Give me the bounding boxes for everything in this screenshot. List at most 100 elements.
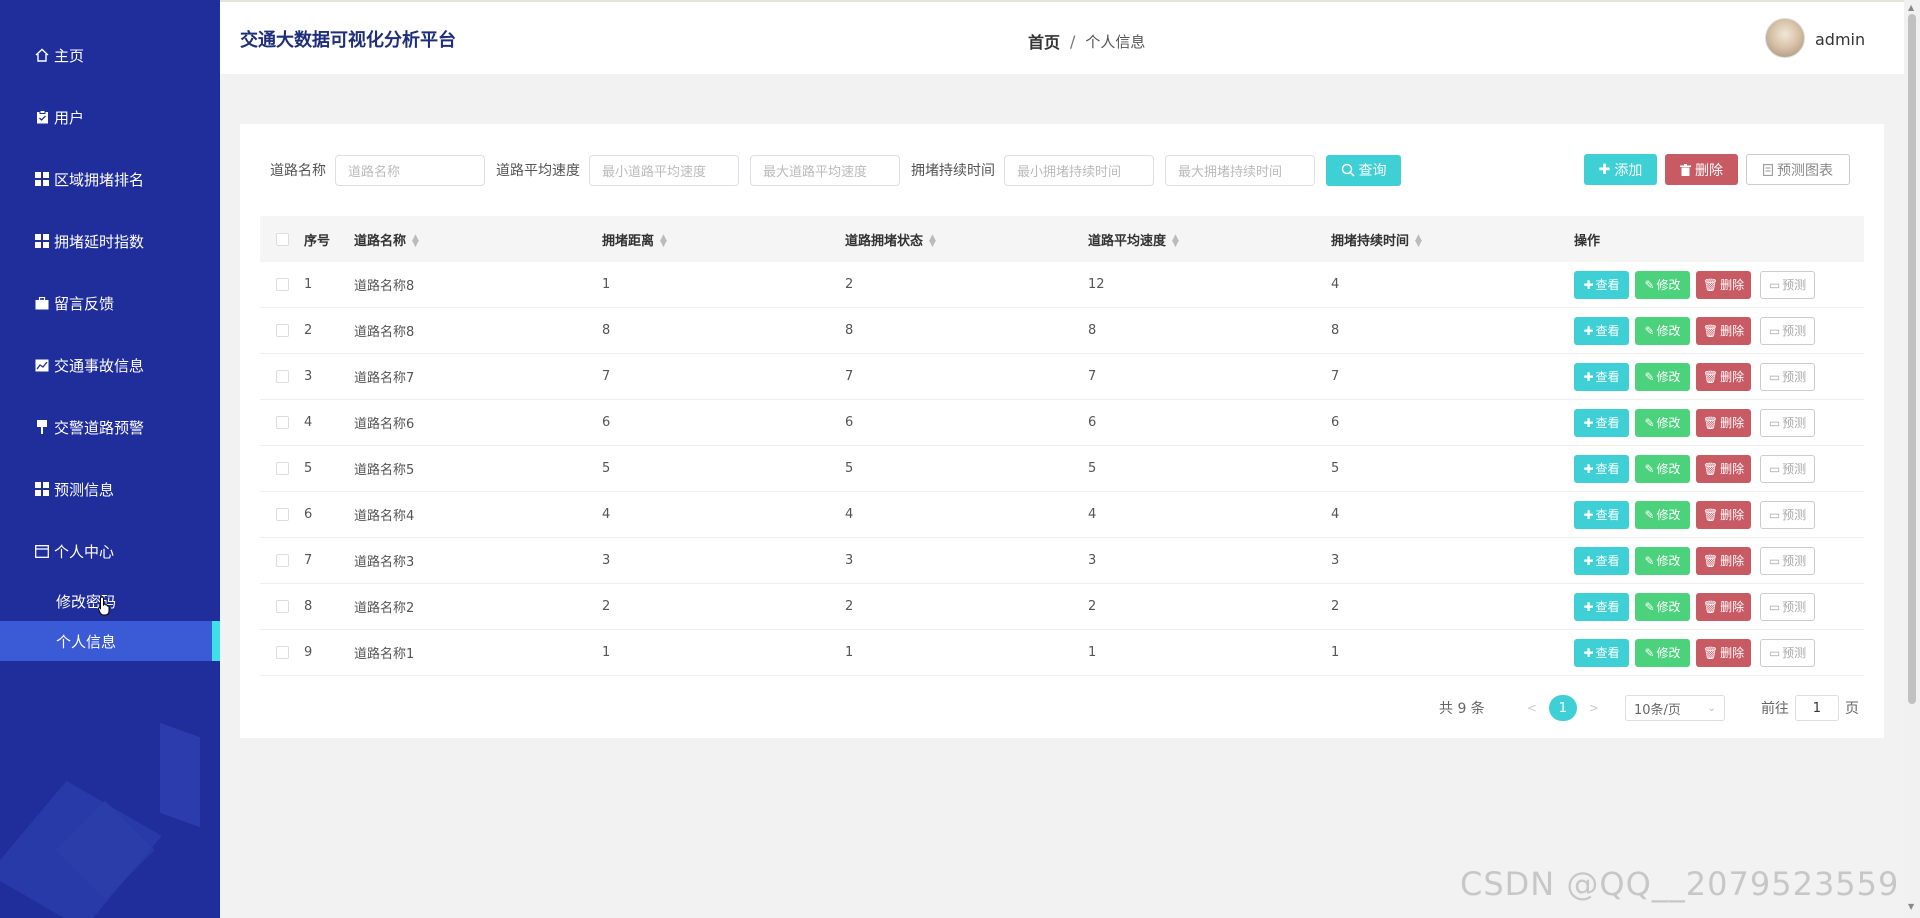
row-checkbox[interactable] bbox=[275, 278, 289, 291]
view-button[interactable]: ✚ 查看 bbox=[1574, 270, 1629, 299]
page-number-current[interactable]: 1 bbox=[1548, 695, 1577, 721]
sidebar-item-feedback[interactable]: 留言反馈 bbox=[0, 283, 220, 323]
sort-icon[interactable]: ▲ ▼ bbox=[929, 234, 936, 249]
header-duration[interactable]: 拥堵持续时间 ▲ ▼ bbox=[1331, 230, 1574, 249]
table-row: 6 道路名称4 4 4 4 4 ✚ 查看 ✎ 修改 🗑 删除 ▭ 预测 bbox=[260, 492, 1864, 538]
table-header: 序号 道路名称 ▲ ▼ 拥堵距离 ▲ ▼ 道路拥堵状态 ▲ ▼ 道路平均速度 ▲ ▼ 拥堵持续时… bbox=[260, 216, 1864, 262]
row-checkbox[interactable] bbox=[275, 462, 289, 475]
scroll-up-icon[interactable]: ▲ bbox=[1908, 3, 1914, 12]
sort-icon[interactable]: ▲ ▼ bbox=[412, 234, 419, 249]
sidebar-item-accidents[interactable]: 交通事故信息 bbox=[0, 345, 220, 385]
delete-button[interactable]: 🗑 删除 bbox=[1696, 408, 1751, 437]
edit-button[interactable]: ✎ 修改 bbox=[1635, 638, 1690, 667]
breadcrumb-home[interactable]: 首页 bbox=[1028, 29, 1060, 53]
page-size-select[interactable]: 10条/页 ⌄ bbox=[1624, 695, 1725, 721]
max-speed-input[interactable]: 最大道路平均速度 bbox=[750, 154, 900, 186]
sort-icon[interactable]: ▲ ▼ bbox=[660, 234, 667, 249]
query-button[interactable]: 查询 bbox=[1326, 154, 1401, 186]
sidebar-item-home[interactable]: 主页 bbox=[0, 35, 220, 75]
edit-button[interactable]: ✎ 修改 bbox=[1635, 546, 1690, 575]
delete-button[interactable]: 🗑 删除 bbox=[1696, 316, 1751, 345]
header-speed[interactable]: 道路平均速度 ▲ ▼ bbox=[1088, 230, 1331, 249]
predict-button[interactable]: ▭ 预测 bbox=[1760, 316, 1815, 345]
predict-button[interactable]: ▭ 预测 bbox=[1760, 638, 1815, 667]
sidebar-item-region-ranking[interactable]: 区域拥堵排名 bbox=[0, 159, 220, 199]
view-button[interactable]: ✚ 查看 bbox=[1574, 362, 1629, 391]
sort-icon[interactable]: ▲ ▼ bbox=[1415, 234, 1422, 249]
view-button[interactable]: ✚ 查看 bbox=[1574, 454, 1629, 483]
min-speed-input[interactable]: 最小道路平均速度 bbox=[589, 154, 739, 186]
predict-button[interactable]: ▭ 预测 bbox=[1760, 362, 1815, 391]
view-button[interactable]: ✚ 查看 bbox=[1574, 408, 1629, 437]
table-row: 8 道路名称2 2 2 2 2 ✚ 查看 ✎ 修改 🗑 删除 ▭ 预测 bbox=[260, 584, 1864, 630]
edit-icon: ✎ bbox=[1644, 645, 1655, 660]
row-actions: ✚ 查看 ✎ 修改 🗑 删除 ▭ 预测 bbox=[1574, 362, 1864, 391]
plus-icon: ✚ bbox=[1598, 161, 1611, 178]
min-duration-input[interactable]: 最小拥堵持续时间 bbox=[1004, 154, 1154, 186]
pagination-total: 共 9 条 bbox=[1439, 701, 1485, 717]
delete-button[interactable]: 🗑 删除 bbox=[1696, 454, 1751, 483]
delete-button[interactable]: 🗑 删除 bbox=[1696, 546, 1751, 575]
row-checkbox[interactable] bbox=[275, 600, 289, 613]
edit-icon: ✎ bbox=[1644, 415, 1655, 430]
chevron-down-icon: ⌄ bbox=[1707, 702, 1716, 714]
delete-button[interactable]: 🗑 删除 bbox=[1696, 592, 1751, 621]
predict-button[interactable]: ▭ 预测 bbox=[1760, 546, 1815, 575]
row-checkbox[interactable] bbox=[275, 646, 289, 659]
page-size-value: 10条/页 bbox=[1633, 702, 1681, 718]
view-button[interactable]: ✚ 查看 bbox=[1574, 592, 1629, 621]
predict-button[interactable]: ▭ 预测 bbox=[1760, 408, 1815, 437]
view-button[interactable]: ✚ 查看 bbox=[1574, 316, 1629, 345]
cell-distance: 5 bbox=[602, 461, 611, 476]
edit-button[interactable]: ✎ 修改 bbox=[1635, 362, 1690, 391]
page-scrollbar[interactable]: ▲ ▼ bbox=[1904, 0, 1920, 918]
predict-button[interactable]: ▭ 预测 bbox=[1760, 500, 1815, 529]
delete-button[interactable]: 🗑 删除 bbox=[1696, 638, 1751, 667]
view-button[interactable]: ✚ 查看 bbox=[1574, 546, 1629, 575]
header-distance[interactable]: 拥堵距离 ▲ ▼ bbox=[602, 230, 845, 249]
scroll-down-icon[interactable]: ▼ bbox=[1908, 902, 1914, 911]
header-road-name[interactable]: 道路名称 ▲ ▼ bbox=[354, 230, 602, 249]
predict-button[interactable]: ▭ 预测 bbox=[1760, 592, 1815, 621]
delete-button[interactable]: 🗑 删除 bbox=[1696, 362, 1751, 391]
edit-button[interactable]: ✎ 修改 bbox=[1635, 270, 1690, 299]
sidebar-item-personal-center[interactable]: 个人中心 bbox=[0, 531, 220, 571]
select-all-checkbox[interactable] bbox=[275, 232, 289, 246]
delete-button[interactable]: 🗑 删除 bbox=[1696, 270, 1751, 299]
next-page-icon[interactable]: > bbox=[1589, 701, 1599, 715]
add-button[interactable]: ✚ 添加 bbox=[1584, 154, 1657, 185]
predict-button[interactable]: ▭ 预测 bbox=[1760, 270, 1815, 299]
row-checkbox[interactable] bbox=[275, 554, 289, 567]
max-duration-input[interactable]: 最大拥堵持续时间 bbox=[1165, 154, 1315, 186]
plus-icon: ✚ bbox=[1583, 645, 1594, 660]
predict-chart-button[interactable]: 预测图表 bbox=[1746, 154, 1850, 185]
row-checkbox[interactable] bbox=[275, 324, 289, 337]
goto-page-input[interactable]: 1 bbox=[1794, 695, 1839, 721]
sidebar-subitem-personal-info[interactable]: 个人信息 bbox=[0, 621, 220, 661]
view-button[interactable]: ✚ 查看 bbox=[1574, 638, 1629, 667]
edit-button[interactable]: ✎ 修改 bbox=[1635, 500, 1690, 529]
row-checkbox[interactable] bbox=[275, 370, 289, 383]
prev-page-icon[interactable]: < bbox=[1527, 701, 1537, 715]
sidebar-item-prediction[interactable]: 预测信息 bbox=[0, 469, 220, 509]
predict-button[interactable]: ▭ 预测 bbox=[1760, 454, 1815, 483]
sidebar-item-delay-index[interactable]: 拥堵延时指数 bbox=[0, 221, 220, 261]
sidebar-item-road-warning[interactable]: 交警道路预警 bbox=[0, 407, 220, 447]
sidebar-item-users[interactable]: 用户 bbox=[0, 97, 220, 137]
avatar[interactable] bbox=[1765, 18, 1805, 58]
username[interactable]: admin bbox=[1815, 30, 1865, 49]
header-state[interactable]: 道路拥堵状态 ▲ ▼ bbox=[845, 230, 1088, 249]
row-checkbox[interactable] bbox=[275, 416, 289, 429]
delete-button[interactable]: 🗑 删除 bbox=[1696, 500, 1751, 529]
batch-delete-button[interactable]: 删除 bbox=[1665, 154, 1738, 185]
sort-icon[interactable]: ▲ ▼ bbox=[1172, 234, 1179, 249]
row-checkbox[interactable] bbox=[275, 508, 289, 521]
view-button[interactable]: ✚ 查看 bbox=[1574, 500, 1629, 529]
edit-button[interactable]: ✎ 修改 bbox=[1635, 454, 1690, 483]
scrollbar-thumb[interactable] bbox=[1908, 14, 1916, 704]
road-name-input[interactable]: 道路名称 bbox=[335, 154, 485, 186]
edit-button[interactable]: ✎ 修改 bbox=[1635, 408, 1690, 437]
sidebar-item-label: 用户 bbox=[54, 108, 85, 127]
edit-button[interactable]: ✎ 修改 bbox=[1635, 316, 1690, 345]
edit-button[interactable]: ✎ 修改 bbox=[1635, 592, 1690, 621]
